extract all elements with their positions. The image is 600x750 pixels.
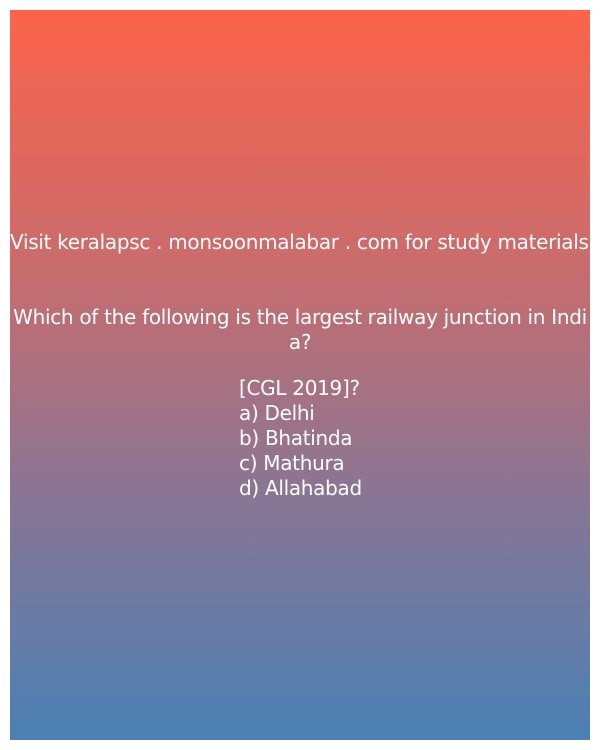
- option-c: c) Mathura: [239, 451, 345, 475]
- exam-tag: [CGL 2019]?: [239, 376, 360, 400]
- option-b: b) Bhatinda: [239, 426, 353, 450]
- option-a: a) Delhi: [239, 401, 315, 425]
- quiz-card: Visit keralapsc . monsoonmalabar . com f…: [10, 10, 590, 740]
- promo-text: Visit keralapsc . monsoonmalabar . com f…: [10, 230, 589, 254]
- answer-block: [CGL 2019]? a) Delhi b) Bhatinda c) Math…: [239, 376, 362, 501]
- option-d: d) Allahabad: [239, 476, 362, 500]
- question-text: Which of the following is the largest ra…: [13, 305, 587, 354]
